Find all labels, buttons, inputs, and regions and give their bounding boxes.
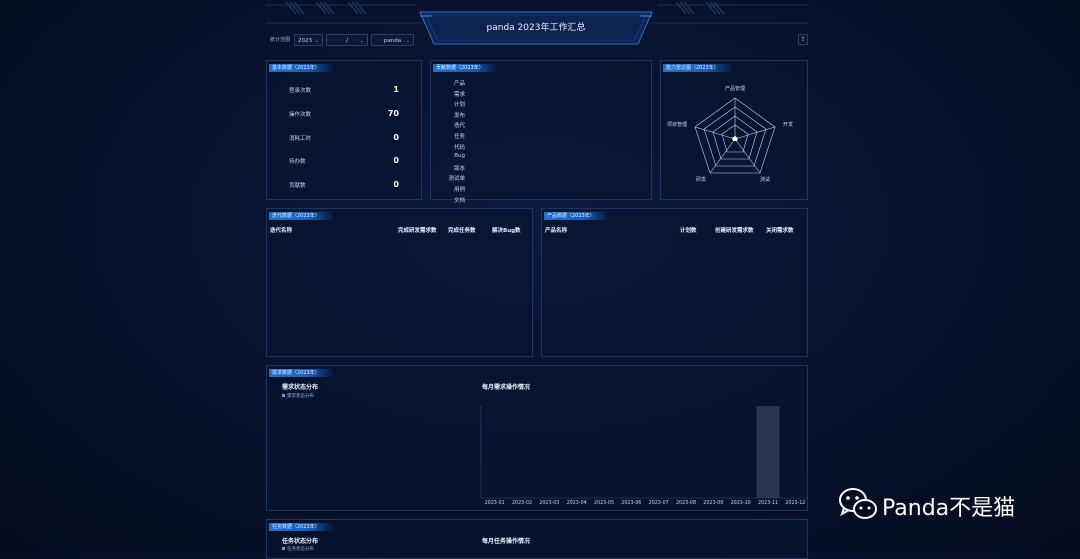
contribution-axis-label: Bug: [454, 153, 465, 160]
requirement-panel: 需求数据（2023年） 需求状态分布 需求状态分布 每月需求操作情况 2023-…: [266, 365, 809, 511]
radar-axis-label: 研发: [696, 176, 706, 183]
stat-value: 0: [393, 156, 399, 165]
radar-axis-label: 开发: [783, 121, 793, 128]
user-value: panda: [383, 38, 402, 44]
x-tick-label: 2023-07: [648, 501, 669, 506]
stat-row: 消耗工时 0: [267, 133, 423, 144]
contribution-axis-label: 计划: [453, 102, 465, 109]
stat-row: 贡献数 0: [267, 180, 423, 191]
stat-value: 0: [393, 133, 399, 142]
chevron-down-icon: ⌄: [405, 38, 410, 44]
panel-title: 基本数据（2023年）: [269, 64, 334, 72]
export-icon: ⇪: [800, 36, 806, 43]
x-tick-label: 2023-09: [703, 501, 724, 506]
stat-row: 登录次数 1: [267, 85, 423, 96]
x-tick-label: 2023-12: [785, 501, 806, 506]
year-select[interactable]: 2023 ⌄: [294, 34, 323, 46]
contribution-axis-label: 产品: [453, 81, 465, 87]
contribution-axis-label: 用例: [453, 187, 465, 193]
month-select[interactable]: / ⌄: [326, 34, 368, 46]
bar-2023-11: [756, 406, 780, 498]
x-tick-label: 2023-10: [730, 501, 751, 506]
panel-title: 产品数据（2023年）: [544, 212, 609, 220]
stat-row: 操作次数 70: [267, 109, 423, 120]
stat-label: 消耗工时: [289, 136, 312, 142]
contribution-axis-label: 文档: [453, 197, 465, 204]
monthly-chart-title: 每月任务操作情况: [482, 538, 531, 545]
panel-title: 迭代数据（2023年）: [269, 212, 334, 220]
watermark-text: Panda不是猫: [882, 496, 1016, 521]
period-label: 统计范围: [270, 37, 291, 43]
x-tick-label: 2023-04: [566, 501, 587, 506]
stat-label: 登录次数: [289, 88, 312, 94]
x-tick-label: 2023-02: [511, 501, 533, 506]
contribution-axis-label: 测试单: [448, 176, 465, 183]
contribution-axis-label: 发布: [453, 112, 465, 119]
contribution-axis-label: 迭代: [453, 123, 465, 130]
contribution-axis-label: 版本: [453, 165, 465, 172]
panel-title: 任务数据（2023年）: [269, 523, 334, 531]
column-header: 计划数: [680, 228, 697, 234]
legend-label: 任务状态分布: [287, 547, 314, 552]
radar-axis-label: 产品管理: [725, 85, 745, 92]
stat-value: 0: [393, 180, 399, 189]
column-header: 产品名称: [545, 228, 568, 234]
task-panel: 任务数据（2023年） 任务状态分布 任务状态分布 每月任务操作情况: [266, 519, 808, 559]
year-value: 2023: [298, 38, 312, 44]
column-header: 完成研发需求数: [398, 228, 437, 234]
wechat-icon: [839, 488, 877, 519]
chevron-down-icon: ⌄: [359, 38, 364, 44]
stat-label: 待办数: [289, 159, 306, 165]
watermark: Panda不是猫: [836, 484, 1056, 524]
iteration-panel: 迭代数据（2023年） 迭代名称 完成研发需求数 完成任务数 解决Bug数: [266, 208, 533, 357]
stat-value: 1: [393, 85, 399, 94]
x-tick-label: 2023-08: [675, 501, 697, 506]
column-header: 完成任务数: [448, 228, 476, 234]
contribution-panel: 贡献数据（2023年） 产品需求计划发布迭代任务代码 Bug 版本测试单用例文档: [430, 60, 652, 204]
x-tick-label: 2023-03: [539, 501, 560, 506]
user-select[interactable]: panda ⌄: [371, 34, 414, 46]
stat-label: 贡献数: [289, 183, 306, 189]
radar-axis-label: 项目管理: [667, 121, 687, 128]
stat-row: 待办数 0: [267, 156, 423, 167]
status-chart-title: 任务状态分布: [282, 538, 319, 545]
contribution-axis-label: 需求: [453, 91, 465, 98]
filter-toolbar: 统计范围 2023 ⌄ / ⌄ panda ⌄ ⇪: [266, 34, 808, 48]
x-tick-label: 2023-06: [621, 501, 642, 506]
monthly-bar-chart: [480, 406, 809, 499]
column-header: 迭代名称: [270, 228, 293, 234]
x-tick-label: 2023-11: [757, 501, 779, 506]
export-button[interactable]: ⇪: [798, 34, 808, 45]
radar-axis-label: 测试: [760, 176, 770, 183]
contribution-axis-label: 代码: [453, 144, 465, 151]
month-value: /: [346, 38, 348, 44]
x-tick-label: 2023-01: [484, 501, 505, 506]
stat-value: 70: [387, 109, 399, 118]
chevron-down-icon: ⌄: [314, 38, 319, 44]
report-page: panda 2023年工作汇总 统计范围 2023 ⌄ / ⌄ panda ⌄ ⇪ 基…: [266, 0, 809, 559]
product-panel: 产品数据（2023年） 产品名称 计划数 创建研发需求数 关闭需求数: [541, 208, 808, 357]
status-legend: 任务状态分布: [282, 546, 314, 552]
basic-data-panel: 基本数据（2023年） 登录次数 1 操作次数 70 消耗工时 0 待办数 0 …: [266, 60, 422, 200]
column-header: 解决Bug数: [492, 228, 521, 234]
column-header: 关闭需求数: [766, 228, 794, 234]
contribution-axis-label: 任务: [453, 134, 465, 140]
x-tick-label: 2023-05: [593, 501, 615, 506]
radar-chart: 产品管理 开发 测试 研发 项目管理: [667, 85, 793, 183]
stat-label: 操作次数: [289, 112, 312, 118]
ability-radar-panel: 能力雷达图（2023年） 产品管理 开发 测试 研发 项目管理: [660, 60, 808, 200]
panel-title: 贡献数据（2023年）: [433, 64, 498, 72]
legend-swatch: [282, 547, 285, 550]
column-header: 创建研发需求数: [715, 228, 754, 234]
